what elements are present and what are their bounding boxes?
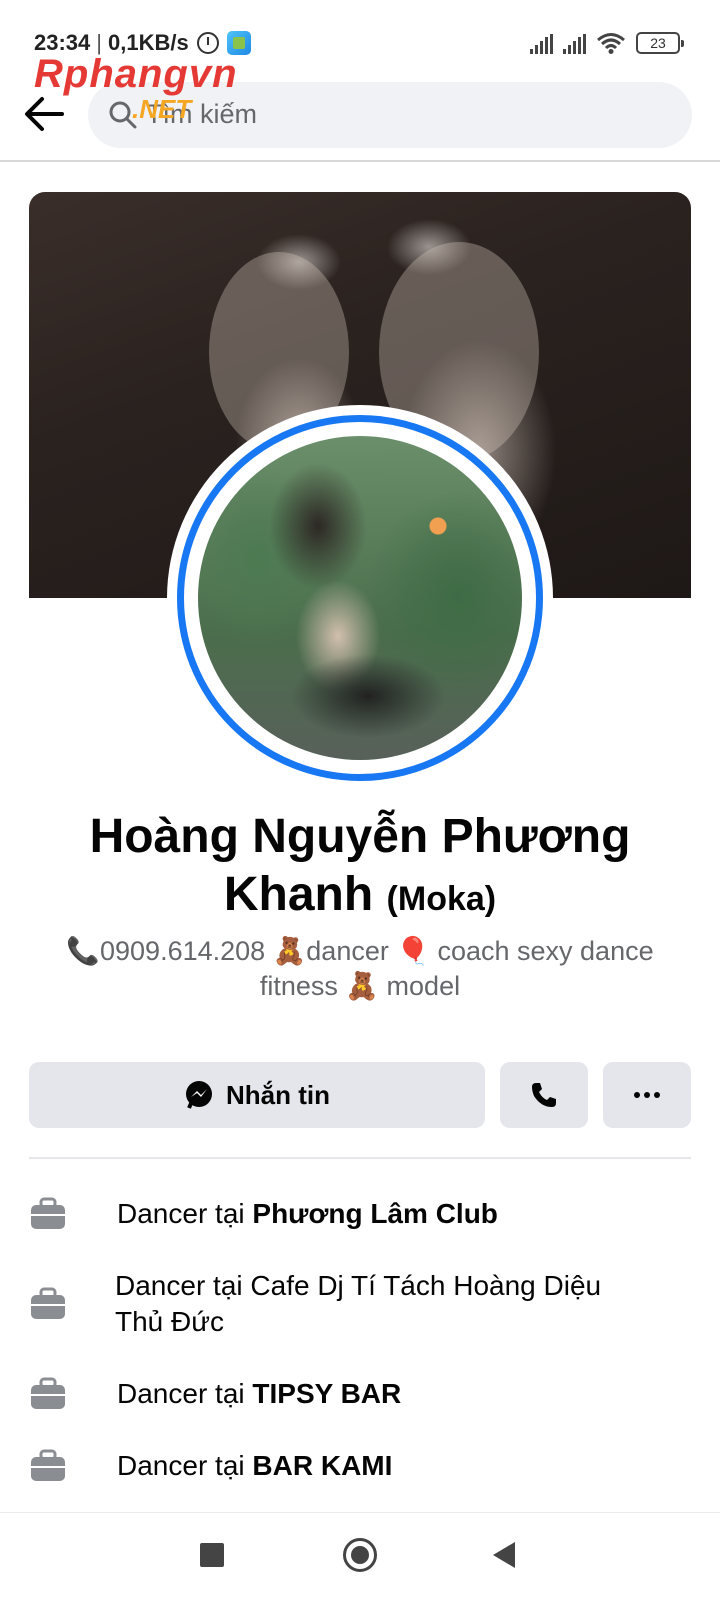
header-divider xyxy=(0,160,720,162)
message-button-label: Nhắn tin xyxy=(226,1079,330,1110)
status-right: 23 xyxy=(530,32,684,54)
message-button[interactable]: Nhắn tin xyxy=(29,1062,485,1128)
alarm-icon xyxy=(196,32,219,54)
work-item-text: Dancer tại BAR KAMI xyxy=(117,1450,393,1481)
briefcase-icon xyxy=(31,1197,65,1229)
work-item-text: Dancer tại Cafe Dj Tí Tách Hoàng Diệu Th… xyxy=(115,1270,602,1337)
back-triangle-icon[interactable] xyxy=(493,1542,515,1568)
briefcase-icon xyxy=(31,1377,65,1409)
home-circle-icon[interactable] xyxy=(343,1538,377,1572)
phone-icon xyxy=(532,1083,556,1107)
profile-name: Hoàng Nguyễn Phương Khanh (Moka) xyxy=(40,808,680,928)
system-nav-bar xyxy=(0,1513,720,1600)
signal-icon-2 xyxy=(563,34,586,54)
work-item-text: Dancer tại TIPSY BAR xyxy=(117,1378,402,1409)
briefcase-icon xyxy=(31,1287,65,1319)
profile-avatar[interactable] xyxy=(167,405,553,791)
watermark-top: Rphangvn xyxy=(34,52,238,96)
section-divider xyxy=(29,1157,691,1159)
briefcase-icon xyxy=(31,1449,65,1481)
more-icon xyxy=(634,1092,660,1098)
more-button[interactable] xyxy=(603,1062,691,1128)
work-item[interactable]: Dancer tại Phương Lâm Club xyxy=(29,1196,691,1232)
profile-bio: 📞0909.614.208 🧸dancer 🎈 coach sexy dance… xyxy=(66,936,654,1001)
work-item[interactable]: Dancer tại TIPSY BAR xyxy=(29,1376,691,1412)
work-item[interactable]: Dancer tại BAR KAMI xyxy=(29,1448,691,1484)
call-button[interactable] xyxy=(500,1062,588,1128)
profile-nickname: (Moka) xyxy=(386,880,497,918)
avatar-story-ring xyxy=(177,415,543,781)
watermark-bottom: .NET xyxy=(132,94,192,124)
profile-full-name: Hoàng Nguyễn Phương Khanh xyxy=(89,810,631,921)
recents-square-icon[interactable] xyxy=(200,1543,224,1567)
avatar-photo xyxy=(198,436,522,760)
battery-icon: 23 xyxy=(636,32,684,54)
signal-icon xyxy=(530,34,553,54)
work-item[interactable]: Dancer tại Cafe Dj Tí Tách Hoàng Diệu Th… xyxy=(29,1268,691,1340)
wifi-icon xyxy=(597,33,625,54)
work-item-text: Dancer tại Phương Lâm Club xyxy=(117,1198,498,1229)
watermark-logo: Rphangvn .NET xyxy=(34,52,254,132)
messenger-icon xyxy=(186,1081,212,1109)
